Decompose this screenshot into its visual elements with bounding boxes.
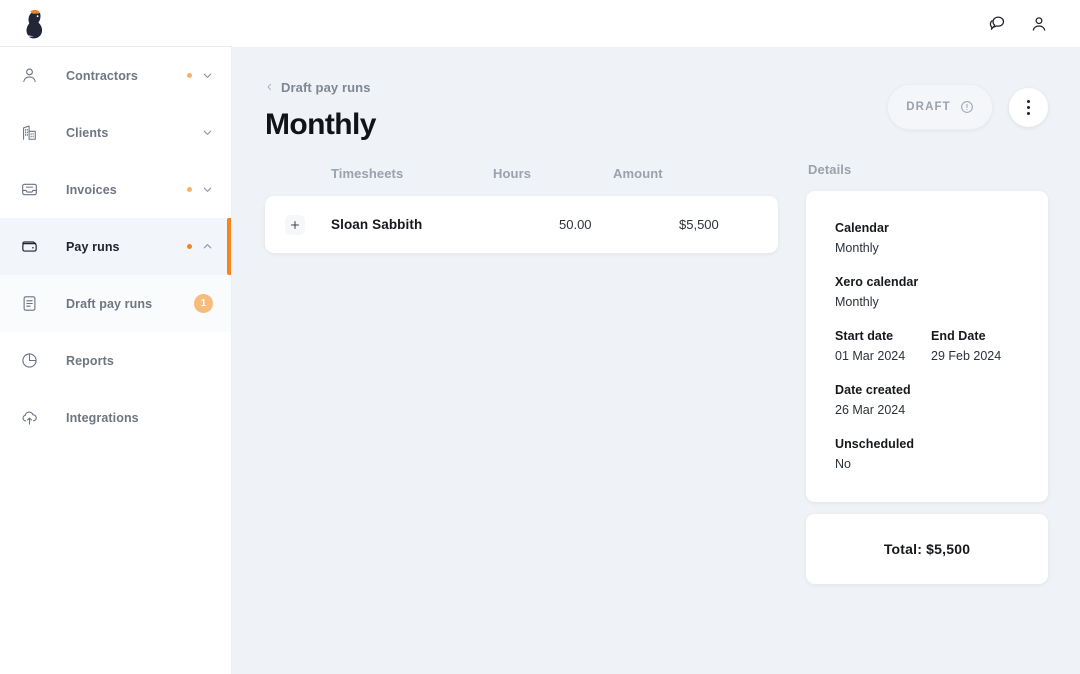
table-row[interactable]: Sloan Sabbith 50.00 $5,500 — [265, 196, 778, 253]
kebab-dot — [1027, 111, 1030, 115]
sidebar-item-label: Contractors — [66, 68, 138, 83]
account-icon[interactable] — [1026, 11, 1052, 37]
detail-value: 26 Mar 2024 — [835, 403, 906, 417]
sidebar: Contractors Clients Invoices Pay runs Dr… — [0, 47, 232, 674]
chevron-down-icon[interactable] — [202, 70, 213, 81]
brand-logo[interactable] — [0, 8, 232, 40]
messages-icon[interactable] — [984, 11, 1010, 37]
detail-label: End Date — [931, 329, 986, 343]
detail-start-date: Start date 01 Mar 2024 — [835, 328, 931, 365]
sidebar-item-pay-runs[interactable]: Pay runs — [0, 218, 231, 275]
notification-dot — [187, 73, 192, 78]
sidebar-item-clients[interactable]: Clients — [0, 104, 231, 161]
breadcrumb-label: Draft pay runs — [281, 79, 371, 95]
sidebar-item-meta — [187, 70, 217, 81]
kebab-dot — [1027, 99, 1030, 103]
app-root: Contractors Clients Invoices Pay runs Dr… — [0, 0, 1080, 674]
user-icon — [20, 66, 50, 85]
chevron-down-icon[interactable] — [202, 184, 213, 195]
breadcrumb[interactable]: Draft pay runs — [265, 78, 887, 96]
timesheets-table: Sloan Sabbith 50.00 $5,500 — [265, 196, 778, 253]
sidebar-item-invoices[interactable]: Invoices — [0, 161, 231, 218]
detail-value: 29 Feb 2024 — [931, 349, 1002, 363]
penguin-logo-icon — [26, 9, 43, 38]
status-badge[interactable]: DRAFT — [887, 84, 993, 130]
pie-chart-icon — [20, 351, 50, 370]
sidebar-item-meta — [187, 241, 217, 252]
sidebar-item-label: Invoices — [66, 182, 117, 197]
detail-value: 01 Mar 2024 — [835, 349, 906, 363]
topbar-actions — [984, 11, 1080, 37]
column-header-timesheets: Timesheets — [331, 165, 404, 181]
page-header-actions: DRAFT — [887, 78, 1048, 130]
row-amount: $5,500 — [679, 217, 719, 232]
inbox-icon — [20, 180, 50, 199]
page-header: Draft pay runs Monthly DRAFT — [265, 47, 1048, 141]
page-header-left: Draft pay runs Monthly — [265, 78, 887, 142]
detail-xero-calendar: Xero calendar Monthly — [835, 274, 1048, 311]
detail-label: Unscheduled — [835, 437, 915, 451]
sidebar-item-contractors[interactable]: Contractors — [0, 47, 231, 104]
table-header-row: Timesheets Hours Amount — [265, 162, 778, 184]
row-hours: 50.00 — [559, 217, 592, 232]
chevron-left-icon[interactable] — [265, 81, 274, 93]
details-column: Details Calendar Monthly Xero calendar M… — [806, 162, 1048, 584]
detail-value: No — [835, 457, 851, 471]
chevron-up-icon[interactable] — [202, 241, 213, 252]
total-card: Total: $5,500 — [806, 514, 1048, 584]
sidebar-item-label: Reports — [66, 353, 114, 368]
column-header-amount: Amount — [613, 165, 663, 181]
detail-label: Xero calendar — [835, 275, 919, 289]
building-icon — [20, 123, 50, 142]
total-amount: Total: $5,500 — [883, 541, 971, 557]
detail-date-range: Start date 01 Mar 2024 End Date 29 Feb 2… — [835, 328, 1048, 365]
active-indicator — [227, 218, 231, 275]
content-grid: Timesheets Hours Amount Sloan Sabbith 50… — [265, 162, 1048, 584]
timesheets-column: Timesheets Hours Amount Sloan Sabbith 50… — [265, 162, 778, 253]
kebab-dot — [1027, 105, 1030, 109]
main-content: Draft pay runs Monthly DRAFT Timesheets … — [232, 47, 1080, 674]
page-title: Monthly — [265, 108, 376, 141]
sidebar-item-integrations[interactable]: Integrations — [0, 389, 231, 446]
sidebar-item-label: Clients — [66, 125, 109, 140]
sidebar-item-draft-pay-runs[interactable]: Draft pay runs 1 — [0, 275, 231, 332]
column-header-hours: Hours — [493, 165, 532, 181]
plus-icon — [291, 220, 299, 229]
alert-circle-icon[interactable] — [960, 100, 974, 114]
sidebar-item-meta: 1 — [194, 294, 217, 313]
sidebar-item-reports[interactable]: Reports — [0, 332, 231, 389]
sidebar-item-meta — [187, 184, 217, 195]
status-badge-label: DRAFT — [906, 101, 951, 113]
draft-count-badge: 1 — [194, 294, 213, 313]
row-expand-cell — [265, 214, 331, 235]
top-bar — [0, 0, 1080, 47]
detail-end-date: End Date 29 Feb 2024 — [931, 328, 1048, 365]
detail-date-created: Date created 26 Mar 2024 — [835, 382, 1048, 419]
notification-dot — [187, 244, 192, 249]
body-row: Contractors Clients Invoices Pay runs Dr… — [0, 47, 1080, 674]
detail-label: Calendar — [835, 221, 889, 235]
kebab-menu-icon[interactable] — [1009, 87, 1048, 127]
chevron-down-icon[interactable] — [202, 127, 213, 138]
expand-row-button[interactable] — [285, 214, 305, 235]
detail-label: Date created — [835, 383, 911, 397]
cloud-upload-icon — [20, 408, 50, 427]
detail-unscheduled: Unscheduled No — [835, 436, 1048, 473]
detail-calendar: Calendar Monthly — [835, 220, 1048, 257]
sidebar-item-label: Draft pay runs — [66, 296, 153, 311]
details-card: Calendar Monthly Xero calendar Monthly S… — [806, 191, 1048, 502]
sidebar-item-label: Integrations — [66, 410, 139, 425]
row-contractor-name: Sloan Sabbith — [331, 217, 423, 232]
wallet-icon — [20, 237, 50, 256]
details-section-label: Details — [808, 162, 852, 177]
detail-value: Monthly — [835, 241, 879, 255]
detail-value: Monthly — [835, 295, 879, 309]
sidebar-item-meta — [187, 127, 217, 138]
detail-label: Start date — [835, 329, 894, 343]
notification-dot — [187, 187, 192, 192]
document-icon — [20, 294, 50, 313]
sidebar-item-label: Pay runs — [66, 239, 120, 254]
